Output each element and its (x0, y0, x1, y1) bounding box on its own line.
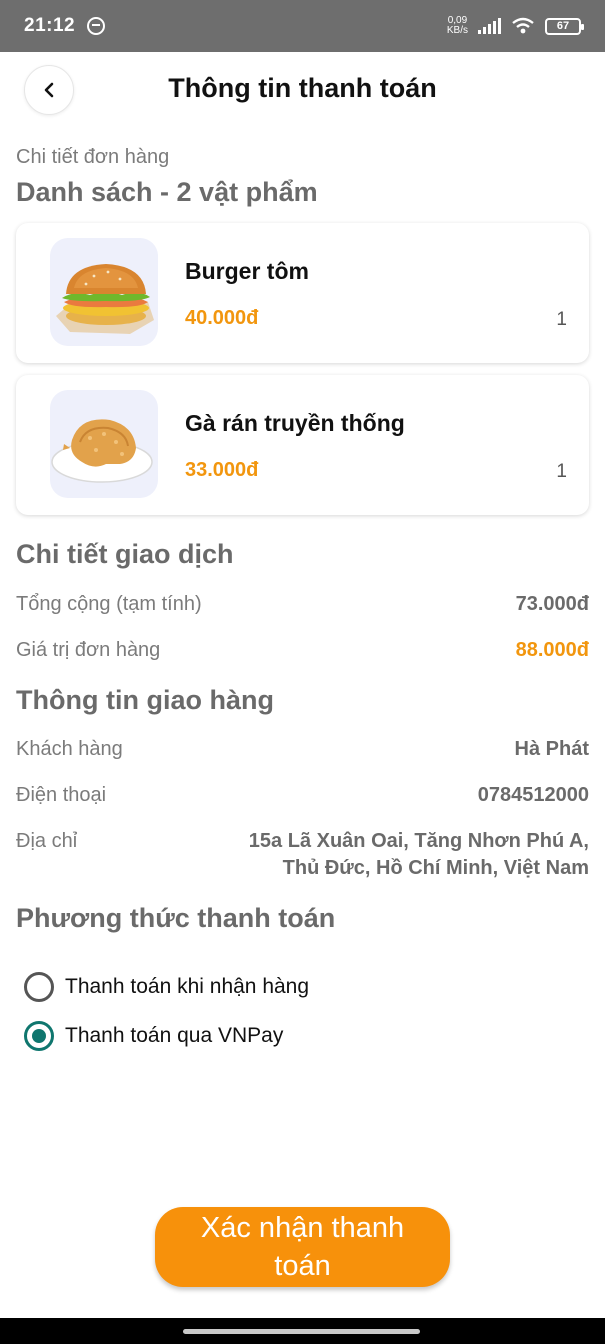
battery-icon: 67 (545, 17, 584, 35)
address-label: Địa chỉ (16, 830, 78, 852)
order-details-label: Chi tiết đơn hàng (16, 146, 170, 168)
phone-label: Điện thoại (16, 784, 107, 806)
radio-button[interactable] (24, 972, 54, 1002)
status-face-icon (87, 17, 106, 35)
page-title: Thông tin thanh toán (168, 73, 437, 103)
payment-option-cod[interactable]: Thanh toán khi nhận hàng (24, 972, 309, 1002)
wifi-icon (512, 17, 534, 34)
payment-option-label: Thanh toán khi nhận hàng (65, 975, 310, 998)
payment-option-label: Thanh toán qua VNPay (65, 1024, 284, 1047)
item-price: 40.000đ (185, 307, 259, 329)
address-value: 15a Lã Xuân Oai, Tăng Nhơn Phú A, Thủ Đứ… (249, 828, 589, 882)
burger-image (50, 238, 158, 346)
order-item-card[interactable]: Burger tôm 40.000đ 1 (16, 223, 589, 363)
phone-value: 0784512000 (477, 784, 589, 806)
status-bar: 21:12 0,09 KB/s 67 (0, 0, 605, 52)
customer-label: Khách hàng (16, 738, 123, 760)
customer-value: Hà Phát (514, 738, 589, 760)
status-time: 21:12 (24, 15, 76, 36)
item-quantity: 1 (556, 461, 567, 482)
subtotal-value: 73.000đ (515, 593, 589, 615)
item-quantity: 1 (556, 309, 567, 330)
system-nav-bar (0, 1318, 605, 1344)
confirm-payment-button[interactable]: Xác nhận thanh toán (155, 1207, 450, 1287)
subtotal-label: Tổng cộng (tạm tính) (16, 593, 202, 615)
fried-chicken-image (50, 390, 158, 498)
item-list-title: Danh sách - 2 vật phẩm (16, 177, 318, 207)
payment-option-vnpay[interactable]: Thanh toán qua VNPay (24, 1021, 283, 1051)
order-value-label: Giá trị đơn hàng (16, 639, 161, 661)
order-value: 88.000đ (515, 639, 589, 661)
payment-section-title: Phương thức thanh toán (16, 903, 336, 933)
home-indicator[interactable] (183, 1329, 420, 1334)
radio-button-selected[interactable] (24, 1021, 54, 1051)
order-item-card[interactable]: Gà rán truyền thống 33.000đ 1 (16, 375, 589, 515)
delivery-section-title: Thông tin giao hàng (16, 685, 274, 715)
signal-icon (478, 18, 501, 34)
item-price: 33.000đ (185, 459, 259, 481)
address-line: Thủ Đức, Hồ Chí Minh, Việt Nam (282, 857, 589, 879)
item-name: Burger tôm (185, 258, 309, 284)
address-line: 15a Lã Xuân Oai, Tăng Nhơn Phú A, (248, 830, 589, 852)
item-name: Gà rán truyền thống (185, 410, 405, 436)
status-indicators: 0,09 KB/s 67 (446, 15, 584, 36)
network-speed: 0,09 KB/s (446, 15, 468, 36)
transaction-section-title: Chi tiết giao dịch (16, 539, 234, 569)
